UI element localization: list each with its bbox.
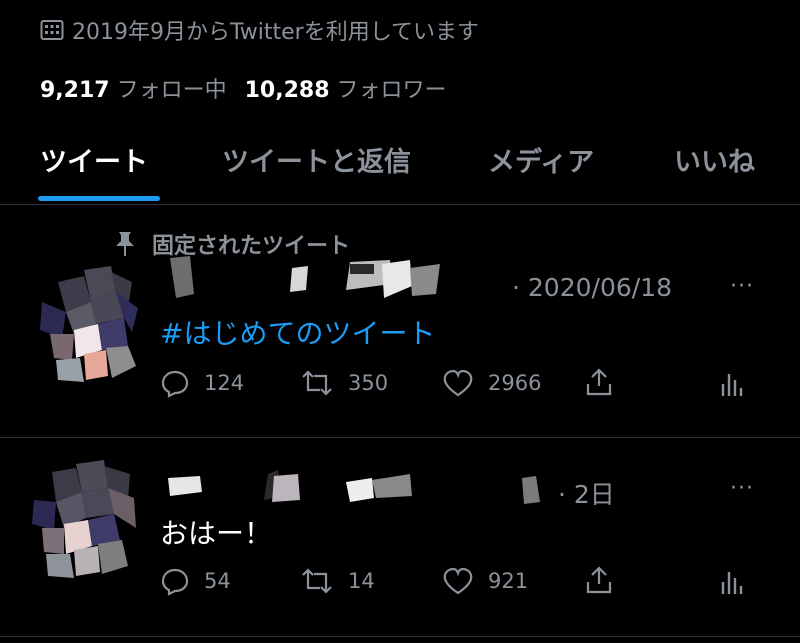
follow-stats: 9,217 フォロー中 10,288 フォロワー	[40, 72, 455, 104]
followers-link[interactable]: 10,288 フォロワー	[245, 72, 455, 104]
profile-tabs: ツイート ツイートと返信 メディア いいね	[0, 128, 800, 204]
analytics-icon[interactable]	[720, 368, 744, 398]
followers-label: フォロワー	[336, 78, 447, 103]
retweet-button[interactable]: 350	[300, 368, 388, 398]
tweet-text[interactable]: おはー！	[160, 512, 272, 552]
tweet-divider	[0, 636, 800, 637]
like-count: 921	[488, 569, 529, 593]
avatar[interactable]	[36, 262, 146, 392]
like-button[interactable]: 921	[442, 566, 528, 596]
like-button[interactable]: 2966	[442, 368, 541, 398]
analytics-icon[interactable]	[720, 566, 744, 596]
retweet-button[interactable]: 14	[300, 566, 375, 596]
followers-count: 10,288	[244, 78, 330, 103]
heart-icon	[443, 567, 473, 595]
tabs-divider	[0, 204, 800, 205]
retweet-count: 14	[348, 569, 375, 593]
retweet-count: 350	[348, 371, 389, 395]
user-name-obscured[interactable]	[160, 250, 450, 308]
following-label: フォロー中	[116, 78, 227, 103]
tab-tweets[interactable]: ツイート	[40, 140, 148, 179]
share-icon[interactable]	[584, 564, 614, 596]
pin-icon	[116, 232, 134, 256]
reply-count: 54	[204, 569, 231, 593]
more-icon[interactable]: ···	[730, 476, 754, 501]
following-link[interactable]: 9,217 フォロー中	[40, 72, 235, 104]
tab-likes[interactable]: いいね	[674, 140, 755, 179]
retweet-icon	[302, 370, 332, 396]
tab-media[interactable]: メディア	[488, 140, 594, 179]
joined-text: 2019年9月からTwitterを利用しています	[72, 20, 480, 45]
tweet-text-hashtag[interactable]: #はじめてのツイート	[160, 312, 435, 352]
avatar[interactable]	[30, 458, 140, 588]
tweet-divider	[0, 437, 800, 438]
reply-button[interactable]: 124	[160, 368, 244, 398]
more-icon[interactable]: ···	[730, 274, 754, 299]
like-count: 2966	[488, 371, 542, 395]
joined-date: 2019年9月からTwitterを利用しています	[40, 14, 479, 46]
share-icon[interactable]	[584, 366, 614, 398]
active-tab-indicator	[38, 196, 160, 201]
user-name-obscured[interactable]	[160, 466, 560, 512]
heart-icon	[443, 369, 473, 397]
retweet-icon	[302, 568, 332, 594]
reply-icon	[161, 568, 189, 596]
reply-icon	[161, 370, 189, 398]
tweet-time[interactable]: · 2日	[558, 475, 615, 511]
following-count: 9,217	[40, 78, 110, 103]
calendar-icon	[40, 20, 64, 40]
tab-tweets-and-replies[interactable]: ツイートと返信	[222, 140, 411, 179]
reply-button[interactable]: 54	[160, 566, 231, 596]
tweet-time[interactable]: · 2020/06/18	[512, 273, 672, 302]
reply-count: 124	[204, 371, 245, 395]
